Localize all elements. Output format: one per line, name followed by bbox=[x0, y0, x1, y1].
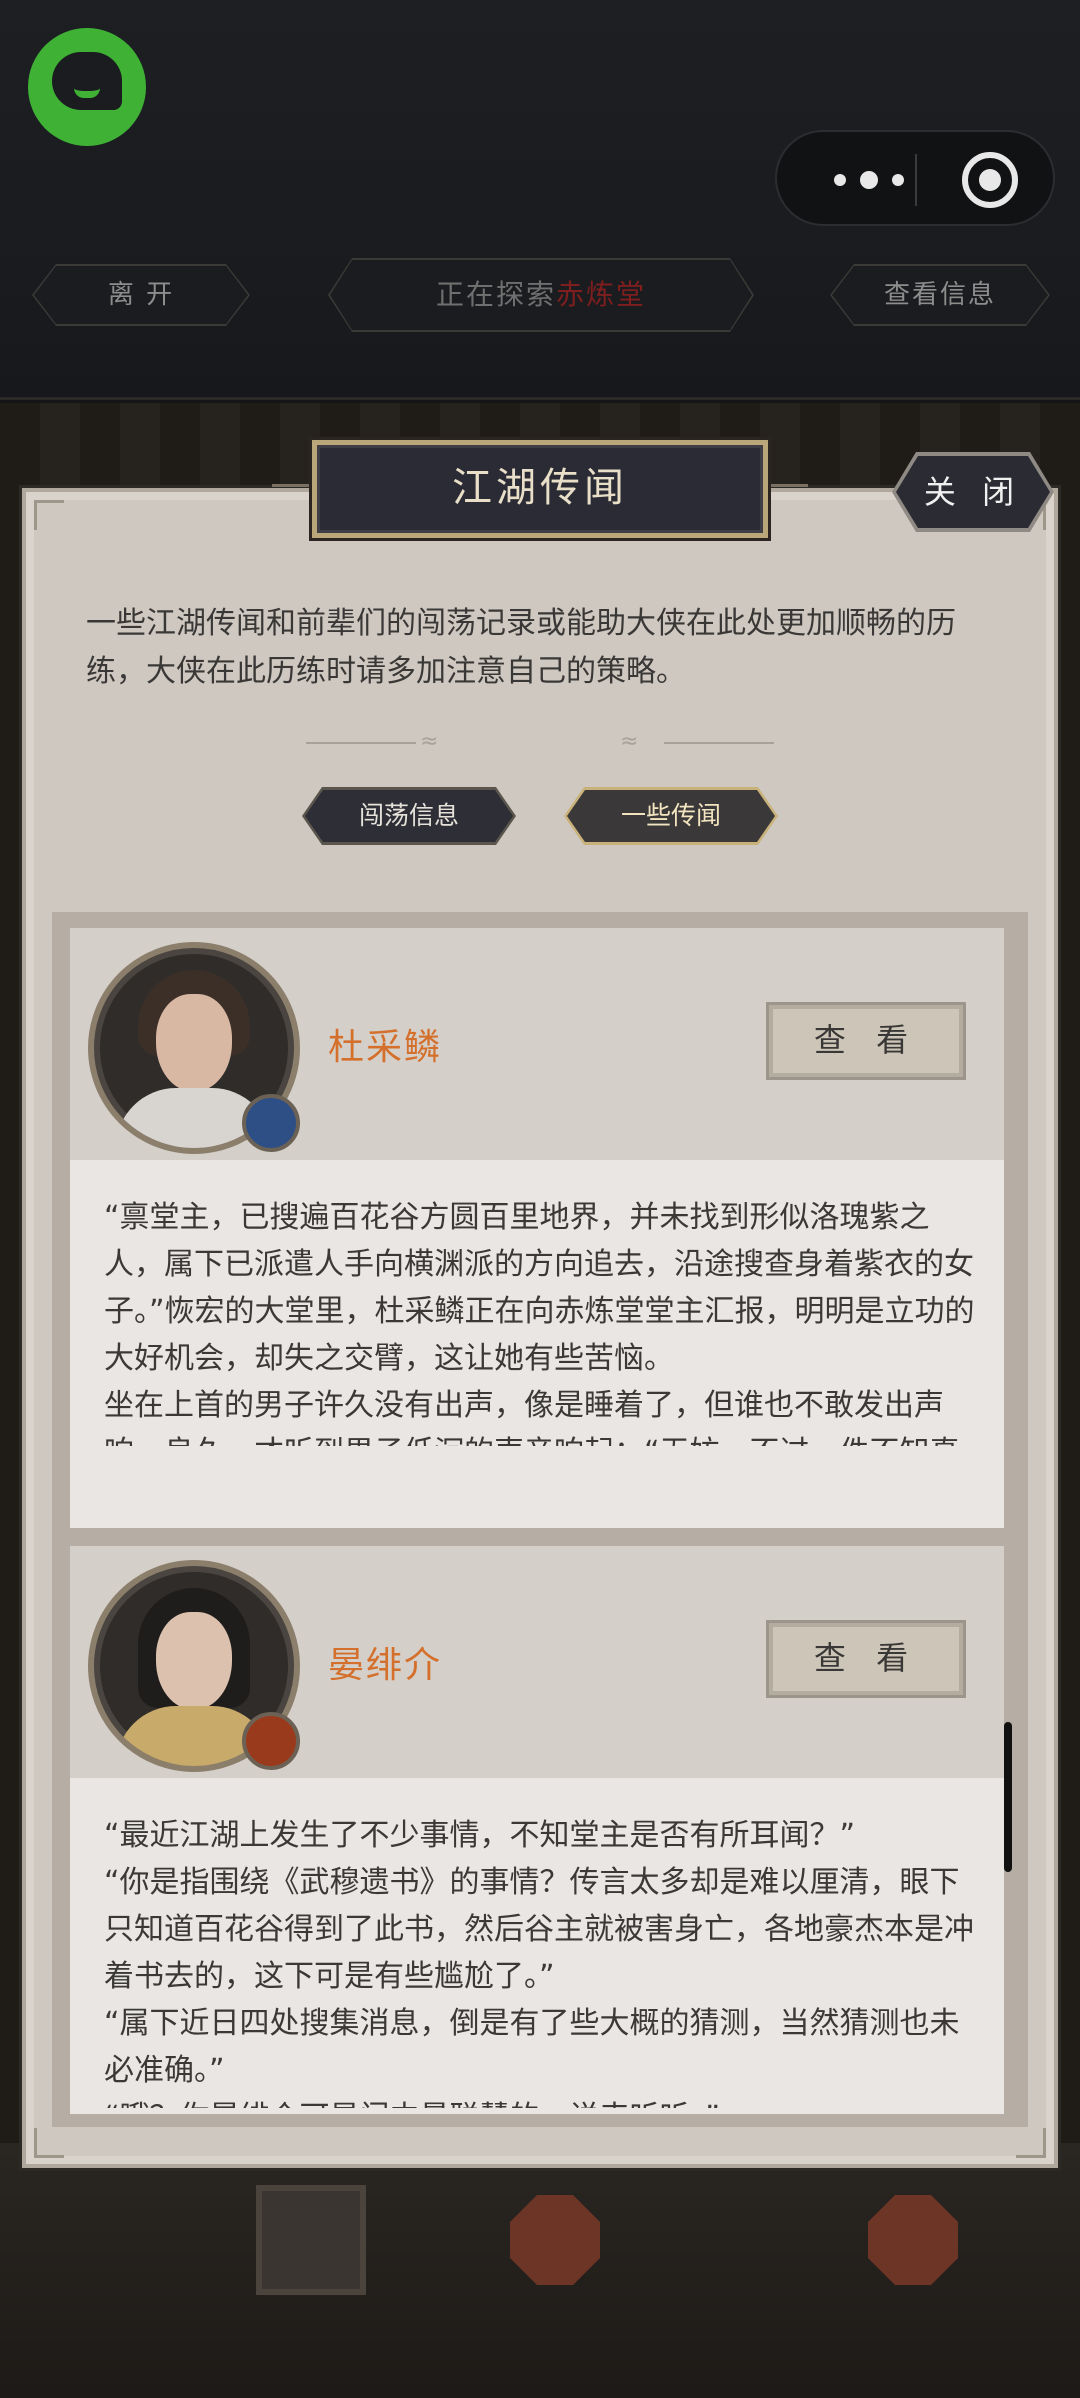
divider-ornament: ≈ bbox=[420, 729, 439, 754]
character-name: 晏绯介 bbox=[328, 1645, 443, 1686]
app-logo-icon[interactable] bbox=[28, 28, 146, 146]
view-button[interactable]: 查 看 bbox=[766, 1002, 966, 1080]
blade-badge-icon bbox=[242, 1712, 300, 1770]
capsule-divider bbox=[915, 154, 917, 206]
dialog-intro-text: 一些江湖传闻和前辈们的闯荡记录或能助大侠在此处更加顺畅的历练，大侠在此历练时请多… bbox=[86, 606, 956, 689]
dialog-corner-ornament bbox=[34, 2128, 64, 2158]
tab-adventure-info[interactable]: 闯荡信息 bbox=[302, 787, 516, 845]
dialog-corner-ornament bbox=[1016, 2128, 1046, 2158]
title-wing-ornament bbox=[768, 484, 808, 494]
mini-program-capsule bbox=[775, 130, 1055, 226]
tab-adventure-info-label: 闯荡信息 bbox=[305, 790, 513, 842]
sword-badge-icon bbox=[242, 1094, 300, 1152]
story-paragraph: “属下近日四处搜集消息，倒是有了些大概的猜测，当然猜测也未必准确。” bbox=[104, 2006, 960, 2088]
character-name: 杜采鳞 bbox=[328, 1027, 443, 1068]
leave-button-label: 离 开 bbox=[34, 266, 248, 324]
view-info-button-label: 查看信息 bbox=[832, 266, 1048, 324]
tab-rumors-label: 一些传闻 bbox=[567, 790, 775, 842]
floor-tile bbox=[256, 2185, 366, 2295]
list-scrollbar[interactable] bbox=[1004, 1722, 1012, 1872]
title-wing-ornament bbox=[272, 484, 312, 494]
close-mini-program-icon[interactable] bbox=[962, 152, 1018, 208]
view-button[interactable]: 查 看 bbox=[766, 1620, 966, 1698]
divider-line bbox=[664, 742, 774, 744]
story-paragraph: “哦？你晏绯介可是门中最聪慧的，说来听听。” bbox=[104, 2094, 984, 2108]
rumor-story-text: “禀堂主，已搜遍百花谷方圆百里地界，并未找到形似洛瑰紫之人，属下已派遣人手向横渊… bbox=[104, 1194, 984, 1446]
more-options-icon[interactable] bbox=[822, 162, 922, 198]
close-dialog-button[interactable]: 关 闭 bbox=[892, 452, 1054, 532]
story-paragraph: “禀堂主，已搜遍百花谷方圆百里地界，并未找到形似洛瑰紫之人，属下已派遣人手向横渊… bbox=[104, 1200, 975, 1376]
close-dialog-label: 关 闭 bbox=[896, 456, 1050, 528]
rumor-card: 晏绯介 查 看 “最近江湖上发生了不少事情，不知堂主是否有所耳闻？” “你是指围… bbox=[70, 1546, 1004, 2114]
exploring-place: 赤炼堂 bbox=[556, 278, 647, 311]
story-paragraph: “你是指围绕《武穆遗书》的事情？传言太多却是难以厘清，眼下只知道百花谷得到了此书… bbox=[104, 1865, 974, 1994]
scene-octagon-ornament bbox=[510, 2195, 600, 2285]
divider-ornament: ≈ bbox=[620, 729, 639, 754]
exploring-banner: 正在探索赤炼堂 bbox=[328, 258, 754, 332]
rumor-card: 杜采鳞 查 看 “禀堂主，已搜遍百花谷方圆百里地界，并未找到形似洛瑰紫之人，属下… bbox=[70, 928, 1004, 1528]
story-paragraph: 坐在上首的男子许久没有出声，像是睡着了，但谁也不敢发出声响。良久，才听到男子低沉… bbox=[104, 1388, 960, 1446]
leave-button[interactable]: 离 开 bbox=[32, 264, 250, 326]
dialog-title: 江湖传闻 bbox=[312, 440, 768, 538]
tab-rumors[interactable]: 一些传闻 bbox=[564, 787, 778, 845]
dialog-corner-ornament bbox=[34, 500, 64, 530]
scene-octagon-ornament bbox=[868, 2195, 958, 2285]
view-info-button[interactable]: 查看信息 bbox=[830, 264, 1050, 326]
exploring-prefix: 正在探索 bbox=[435, 278, 556, 311]
top-bar: 离 开 正在探索赤炼堂 查看信息 bbox=[0, 0, 1080, 400]
rumor-story-text: “最近江湖上发生了不少事情，不知堂主是否有所耳闻？” “你是指围绕《武穆遗书》的… bbox=[104, 1812, 984, 2108]
story-paragraph: “最近江湖上发生了不少事情，不知堂主是否有所耳闻？” bbox=[104, 1818, 856, 1853]
divider-line bbox=[306, 742, 416, 744]
